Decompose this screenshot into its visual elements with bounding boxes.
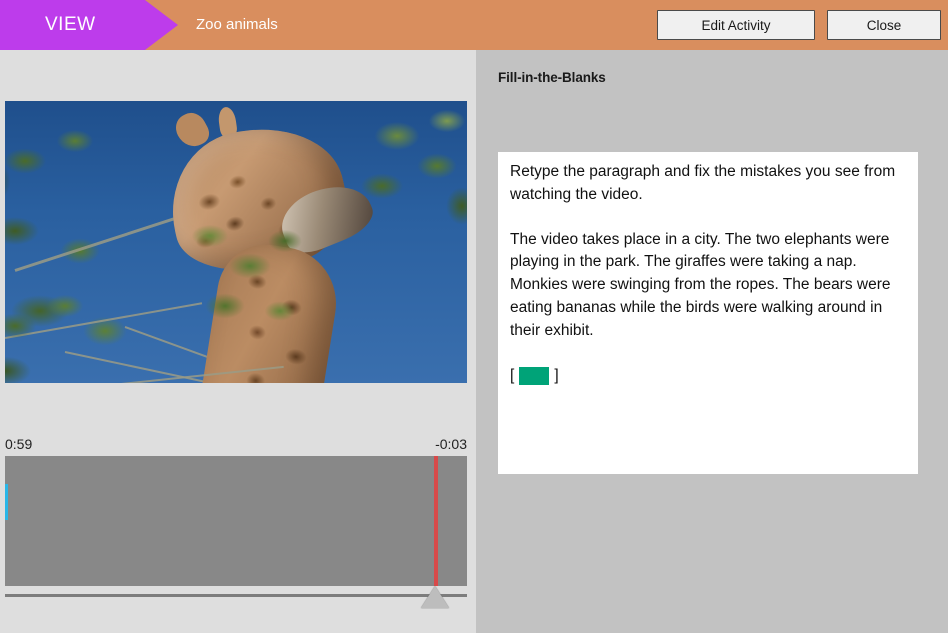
edit-activity-button[interactable]: Edit Activity: [657, 10, 815, 40]
blank-open-bracket: [: [510, 366, 515, 384]
view-mode-label: VIEW: [45, 14, 96, 35]
blank-input-chip[interactable]: [519, 366, 550, 385]
remaining-time: -0:03: [435, 436, 467, 452]
timeline-cue-marker[interactable]: [5, 484, 8, 520]
activity-paragraph: The video takes place in a city. The two…: [510, 230, 891, 339]
document-title: Zoo animals: [196, 16, 278, 33]
video-timeline-track[interactable]: [5, 456, 467, 586]
blank-close-bracket: ]: [554, 366, 559, 384]
video-player-panel: 0:59 -0:03: [0, 50, 476, 633]
video-foliage-middle: [180, 216, 320, 346]
activity-type-label: Fill-in-the-Blanks: [498, 70, 606, 85]
close-button[interactable]: Close: [827, 10, 941, 40]
activity-blank-row: [ ]: [510, 365, 908, 388]
video-timecode-row: 0:59 -0:03: [5, 436, 467, 456]
elapsed-time: 0:59: [5, 436, 33, 452]
activity-instructions: Retype the paragraph and fix the mistake…: [510, 163, 896, 203]
scrubber-handle[interactable]: [421, 586, 449, 608]
video-foliage-bottom: [5, 286, 165, 383]
scrubber-track[interactable]: [5, 594, 467, 597]
activity-viewer-window: VIEW Zoo animals Edit Activity Close 0:5…: [0, 0, 948, 633]
video-viewport[interactable]: [5, 101, 467, 383]
app-header: VIEW Zoo animals Edit Activity Close: [0, 0, 948, 50]
activity-answer-textbox[interactable]: Retype the paragraph and fix the mistake…: [498, 152, 918, 474]
timeline-playhead[interactable]: [434, 456, 438, 586]
